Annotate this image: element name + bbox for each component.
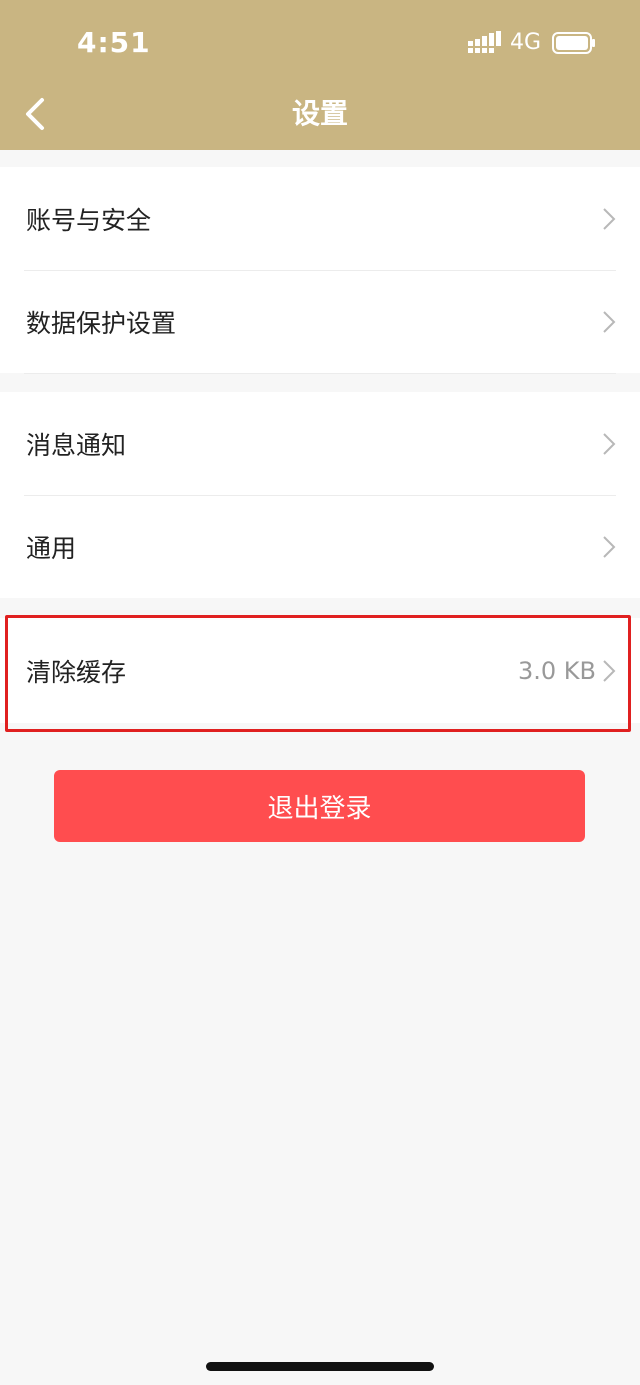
row-label: 账号与安全 [26, 205, 152, 235]
battery-icon [552, 32, 595, 54]
row-label: 通用 [26, 533, 77, 563]
row-clear-cache[interactable]: 清除缓存 3.0 KB [0, 618, 640, 723]
settings-group-cache: 清除缓存 3.0 KB [0, 618, 640, 723]
header-bar: 4:51 4G 设置 [0, 0, 640, 150]
logout-button[interactable]: 退出登录 [54, 770, 585, 842]
cache-size-value: 3.0 KB [518, 656, 596, 685]
home-indicator [206, 1362, 434, 1371]
row-data-protection[interactable]: 数据保护设置 [0, 270, 640, 373]
chevron-right-icon [603, 207, 616, 230]
divider [24, 373, 616, 374]
row-notifications[interactable]: 消息通知 [0, 392, 640, 495]
row-label: 消息通知 [26, 430, 127, 460]
row-label: 数据保护设置 [26, 308, 177, 338]
settings-group-account: 账号与安全 数据保护设置 [0, 167, 640, 374]
row-label: 清除缓存 [26, 657, 127, 687]
row-account-security[interactable]: 账号与安全 [0, 167, 640, 270]
chevron-right-icon [603, 432, 616, 455]
chevron-right-icon [603, 659, 616, 682]
status-time: 4:51 [77, 26, 151, 59]
settings-group-general: 消息通知 通用 [0, 392, 640, 598]
page-title: 设置 [291, 97, 348, 130]
signal-icon [468, 31, 501, 53]
network-label: 4G [510, 30, 542, 55]
chevron-right-icon [603, 535, 616, 558]
row-general[interactable]: 通用 [0, 495, 640, 598]
chevron-right-icon [603, 310, 616, 333]
